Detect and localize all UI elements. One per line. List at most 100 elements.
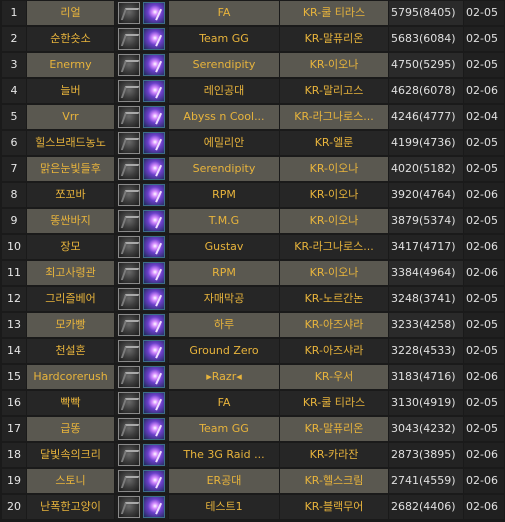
- table-row[interactable]: 2 순한숏소 Team GG KR-말퓨리온 5683(6084) 02-05: [0, 26, 505, 52]
- warrior-class-icon: [118, 496, 140, 518]
- table-row[interactable]: 9 똥싼바지 T.M.G KR-이오나 3879(5374) 02-05: [0, 208, 505, 234]
- score-cell: 3920(4764): [389, 183, 463, 207]
- icon-cell: [115, 105, 168, 129]
- table-row[interactable]: 13 모카빵 하루 KR-아즈샤라 3233(4258) 02-05: [0, 312, 505, 338]
- guild-name-link[interactable]: RPM: [169, 183, 279, 207]
- warrior-class-icon: [118, 340, 140, 362]
- character-name-link[interactable]: 천설혼: [27, 339, 114, 363]
- table-row[interactable]: 14 천설혼 Ground Zero KR-아즈샤라 3228(4533) 02-05: [0, 338, 505, 364]
- character-name-link[interactable]: 맑은눈빛들후: [27, 157, 114, 181]
- table-row[interactable]: 1 리얼 FA KR-쿨 티라스 5795(8405) 02-05: [0, 0, 505, 26]
- realm-name-link[interactable]: KR-라그나로스...: [280, 235, 388, 259]
- icon-cell: [115, 495, 168, 519]
- character-name-link[interactable]: Vrr: [27, 105, 114, 129]
- character-name-link[interactable]: 난폭한고양이: [27, 495, 114, 519]
- table-row[interactable]: 4 늘버 레인공대 KR-말리고스 4628(6078) 02-06: [0, 78, 505, 104]
- guild-name-link[interactable]: ▸Razr◂: [169, 365, 279, 389]
- character-name-link[interactable]: 급똥: [27, 417, 114, 441]
- realm-name-link[interactable]: KR-아즈샤라: [280, 339, 388, 363]
- table-row[interactable]: 19 스토니 ER공대 KR-헬스크림 2741(4559) 02-06: [0, 468, 505, 494]
- guild-name-link[interactable]: Team GG: [169, 417, 279, 441]
- guild-name-link[interactable]: FA: [169, 1, 279, 25]
- guild-name-link[interactable]: ER공대: [169, 469, 279, 493]
- score-cell: 2741(4559): [389, 469, 463, 493]
- realm-name-link[interactable]: KR-카라잔: [280, 443, 388, 467]
- rank-cell: 7: [2, 157, 26, 181]
- character-name-link[interactable]: 쪼꼬바: [27, 183, 114, 207]
- character-name-link[interactable]: 달빛속의크리: [27, 443, 114, 467]
- table-row[interactable]: 8 쪼꼬바 RPM KR-이오나 3920(4764) 02-06: [0, 182, 505, 208]
- table-row[interactable]: 11 최고사령관 RPM KR-이오나 3384(4964) 02-06: [0, 260, 505, 286]
- realm-name-link[interactable]: KR-이오나: [280, 183, 388, 207]
- character-name-link[interactable]: 똥싼바지: [27, 209, 114, 233]
- character-name-link[interactable]: 늘버: [27, 79, 114, 103]
- rank-cell: 8: [2, 183, 26, 207]
- table-row[interactable]: 20 난폭한고양이 테스트1 KR-블랙무어 2682(4406) 02-06: [0, 494, 505, 520]
- character-name-link[interactable]: Hardcorerush: [27, 365, 114, 389]
- realm-name-link[interactable]: KR-말퓨리온: [280, 417, 388, 441]
- warrior-class-icon: [118, 366, 140, 388]
- score-cell: 4020(5182): [389, 157, 463, 181]
- realm-name-link[interactable]: KR-엘룬: [280, 131, 388, 155]
- realm-name-link[interactable]: KR-말퓨리온: [280, 27, 388, 51]
- guild-name-link[interactable]: 레인공대: [169, 79, 279, 103]
- character-name-link[interactable]: 장모: [27, 235, 114, 259]
- guild-name-link[interactable]: Serendipity: [169, 53, 279, 77]
- character-name-link[interactable]: 모카빵: [27, 313, 114, 337]
- guild-name-link[interactable]: 하루: [169, 313, 279, 337]
- character-name-link[interactable]: Enermy: [27, 53, 114, 77]
- table-row[interactable]: 16 빡빡 FA KR-쿨 티라스 3130(4919) 02-05: [0, 390, 505, 416]
- realm-name-link[interactable]: KR-블랙무어: [280, 495, 388, 519]
- realm-name-link[interactable]: KR-라그나로스...: [280, 105, 388, 129]
- guild-name-link[interactable]: 자매막공: [169, 287, 279, 311]
- realm-name-link[interactable]: KR-헬스크림: [280, 469, 388, 493]
- table-row[interactable]: 7 맑은눈빛들후 Serendipity KR-이오나 4020(5182) 02-05: [0, 156, 505, 182]
- realm-name-link[interactable]: KR-이오나: [280, 209, 388, 233]
- table-row[interactable]: 12 그리즐베어 자매막공 KR-노르간논 3248(3741) 02-05: [0, 286, 505, 312]
- date-cell: 02-06: [464, 443, 504, 467]
- guild-name-link[interactable]: FA: [169, 391, 279, 415]
- date-cell: 02-04: [464, 105, 504, 129]
- guild-name-link[interactable]: 테스트1: [169, 495, 279, 519]
- guild-name-link[interactable]: Gustav: [169, 235, 279, 259]
- realm-name-link[interactable]: KR-우서: [280, 365, 388, 389]
- character-name-link[interactable]: 최고사령관: [27, 261, 114, 285]
- date-cell: 02-05: [464, 27, 504, 51]
- table-row[interactable]: 10 장모 Gustav KR-라그나로스... 3417(4717) 02-06: [0, 234, 505, 260]
- score-cell: 2682(4406): [389, 495, 463, 519]
- character-name-link[interactable]: 리얼: [27, 1, 114, 25]
- character-name-link[interactable]: 빡빡: [27, 391, 114, 415]
- spec-ability-icon: [143, 340, 165, 362]
- character-name-link[interactable]: 순한숏소: [27, 27, 114, 51]
- character-name-link[interactable]: 힐스브래드농노: [27, 131, 114, 155]
- table-row[interactable]: 5 Vrr Abyss n Cool... KR-라그나로스... 4246(4777)…: [0, 104, 505, 130]
- realm-name-link[interactable]: KR-아즈샤라: [280, 313, 388, 337]
- table-row[interactable]: 15 Hardcorerush ▸Razr◂ KR-우서 3183(4716) 02-06: [0, 364, 505, 390]
- table-row[interactable]: 6 힐스브래드농노 에밀리안 KR-엘룬 4199(4736) 02-05: [0, 130, 505, 156]
- realm-name-link[interactable]: KR-이오나: [280, 53, 388, 77]
- realm-name-link[interactable]: KR-이오나: [280, 261, 388, 285]
- icon-cell: [115, 27, 168, 51]
- rank-cell: 6: [2, 131, 26, 155]
- character-name-link[interactable]: 그리즐베어: [27, 287, 114, 311]
- spec-ability-icon: [143, 80, 165, 102]
- guild-name-link[interactable]: Team GG: [169, 27, 279, 51]
- table-row[interactable]: 18 달빛속의크리 The 3G Raid ... KR-카라잔 2873(3895) 0…: [0, 442, 505, 468]
- realm-name-link[interactable]: KR-노르간논: [280, 287, 388, 311]
- table-row[interactable]: 3 Enermy Serendipity KR-이오나 4750(5295) 02-05: [0, 52, 505, 78]
- realm-name-link[interactable]: KR-이오나: [280, 157, 388, 181]
- guild-name-link[interactable]: 에밀리안: [169, 131, 279, 155]
- character-name-link[interactable]: 스토니: [27, 469, 114, 493]
- date-cell: 02-05: [464, 53, 504, 77]
- realm-name-link[interactable]: KR-말리고스: [280, 79, 388, 103]
- rank-cell: 18: [2, 443, 26, 467]
- guild-name-link[interactable]: Ground Zero: [169, 339, 279, 363]
- guild-name-link[interactable]: Abyss n Cool...: [169, 105, 279, 129]
- realm-name-link[interactable]: KR-쿨 티라스: [280, 391, 388, 415]
- guild-name-link[interactable]: RPM: [169, 261, 279, 285]
- guild-name-link[interactable]: T.M.G: [169, 209, 279, 233]
- guild-name-link[interactable]: Serendipity: [169, 157, 279, 181]
- table-row[interactable]: 17 급똥 Team GG KR-말퓨리온 3043(4232) 02-05: [0, 416, 505, 442]
- guild-name-link[interactable]: The 3G Raid ...: [169, 443, 279, 467]
- realm-name-link[interactable]: KR-쿨 티라스: [280, 1, 388, 25]
